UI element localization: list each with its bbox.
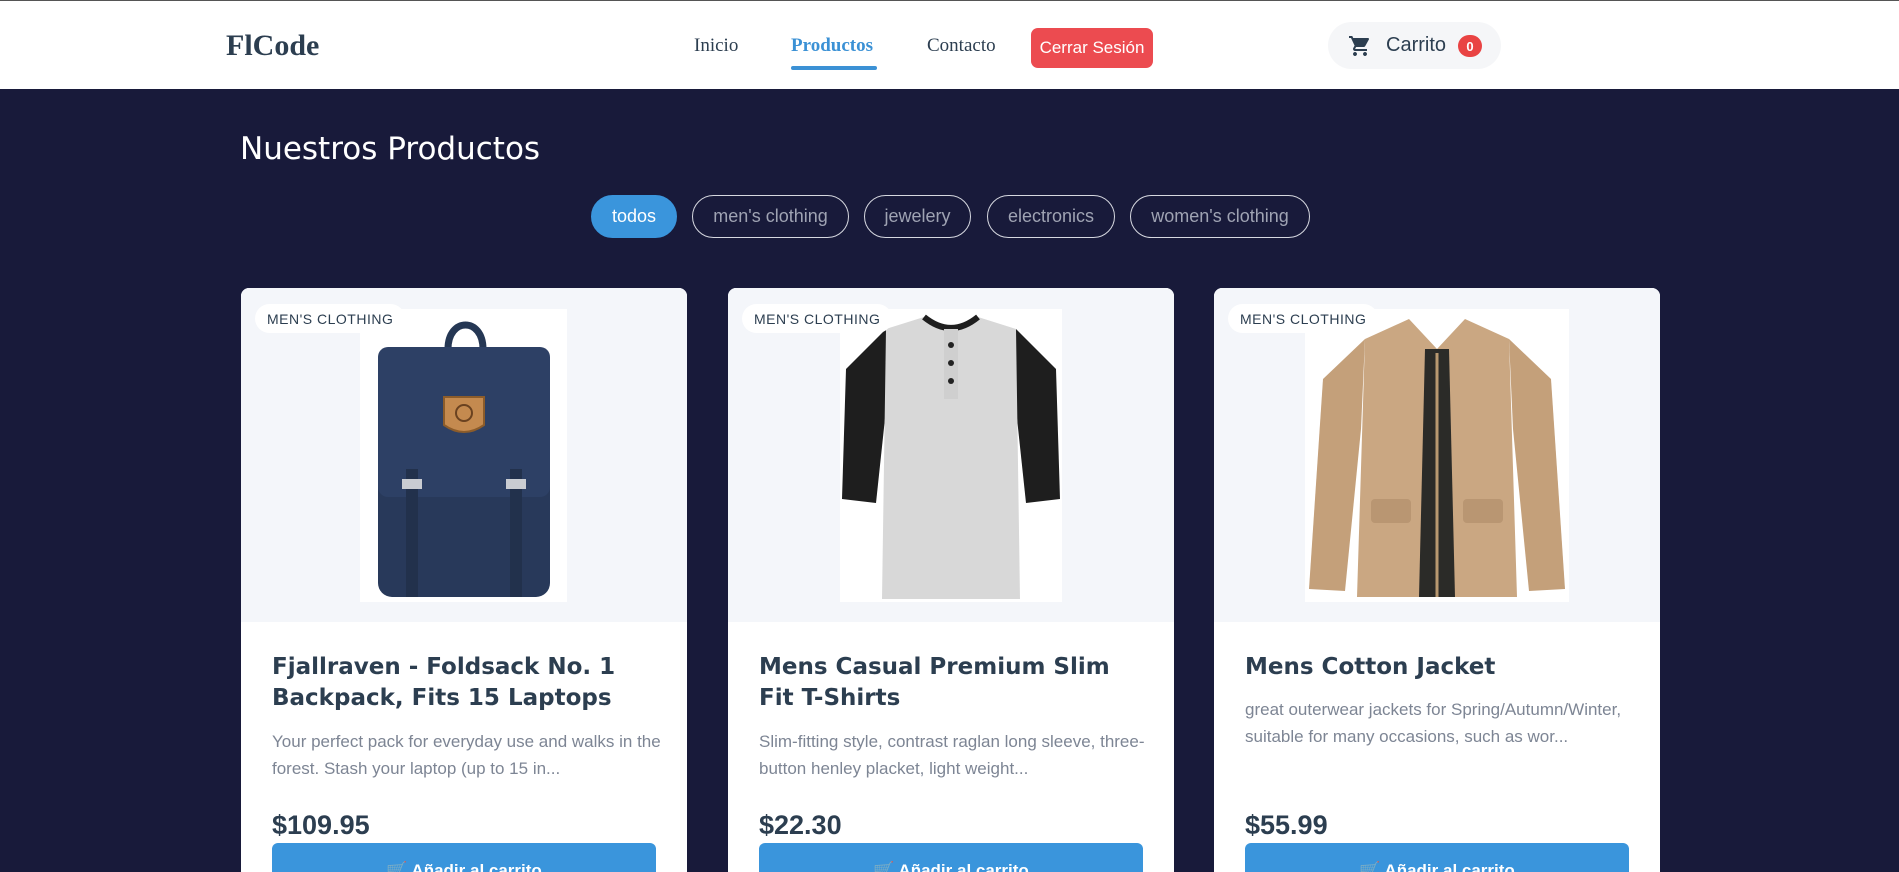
product-image-area: MEN'S CLOTHING [1214, 288, 1660, 622]
top-navbar: FlCode Inicio Productos Contacto Cerrar … [0, 0, 1899, 89]
product-image-tshirt[interactable] [840, 309, 1062, 602]
product-image-area: MEN'S CLOTHING [728, 288, 1174, 622]
add-to-cart-button[interactable]: 🛒 Añadir al carrito [759, 843, 1143, 872]
nav-link-productos[interactable]: Productos [791, 35, 873, 57]
product-price: $109.95 [272, 810, 370, 840]
filter-todos[interactable]: todos [591, 195, 677, 238]
product-price: $55.99 [1245, 810, 1328, 840]
category-badge: MEN'S CLOTHING [742, 304, 893, 333]
category-badge: MEN'S CLOTHING [255, 304, 406, 333]
product-image-jacket[interactable] [1305, 309, 1569, 602]
product-card[interactable]: MEN'S CLOTHING Mens Cotton Jacket great … [1214, 288, 1660, 872]
product-title[interactable]: Mens Cotton Jacket [1245, 652, 1635, 683]
cart-button[interactable]: Carrito 0 [1328, 22, 1501, 69]
product-description: great outerwear jackets for Spring/Autum… [1245, 700, 1622, 746]
site-logo[interactable]: FlCode [226, 29, 319, 63]
product-title[interactable]: Fjallraven - Foldsack No. 1 Backpack, Fi… [272, 652, 662, 714]
cart-count-badge: 0 [1458, 35, 1482, 57]
cart-label: Carrito [1386, 34, 1447, 56]
shirt-illustration [842, 314, 1060, 599]
filter-electronics[interactable]: electronics [987, 195, 1115, 238]
logout-button[interactable]: Cerrar Sesión [1031, 28, 1153, 68]
add-to-cart-button[interactable]: 🛒 Añadir al carrito [1245, 843, 1629, 872]
nav-link-contacto[interactable]: Contacto [927, 35, 996, 57]
product-card[interactable]: MEN'S CLOTHING Mens Casual Premium Slim … [728, 288, 1174, 872]
product-description: Slim-fitting style, contrast raglan long… [759, 732, 1145, 778]
page-title: Nuestros Productos [240, 131, 541, 167]
product-description: Your perfect pack for everyday use and w… [272, 732, 661, 778]
filter-mens-clothing[interactable]: men's clothing [692, 195, 849, 238]
filter-womens-clothing[interactable]: women's clothing [1130, 195, 1310, 238]
nav-link-inicio[interactable]: Inicio [694, 35, 738, 57]
active-nav-underline [791, 66, 877, 70]
filter-jewelery[interactable]: jewelery [864, 195, 971, 238]
add-to-cart-button[interactable]: 🛒 Añadir al carrito [272, 843, 656, 872]
category-badge: MEN'S CLOTHING [1228, 304, 1379, 333]
product-title[interactable]: Mens Casual Premium Slim Fit T-Shirts [759, 652, 1149, 714]
product-image-area: MEN'S CLOTHING [241, 288, 687, 622]
product-price: $22.30 [759, 810, 842, 840]
product-image-backpack[interactable] [360, 309, 567, 602]
product-card[interactable]: MEN'S CLOTHING Fjallraven - Foldsack No.… [241, 288, 687, 872]
shopping-cart-icon [1349, 36, 1370, 56]
jacket-illustration [1309, 319, 1565, 597]
backpack-illustration [378, 321, 550, 597]
